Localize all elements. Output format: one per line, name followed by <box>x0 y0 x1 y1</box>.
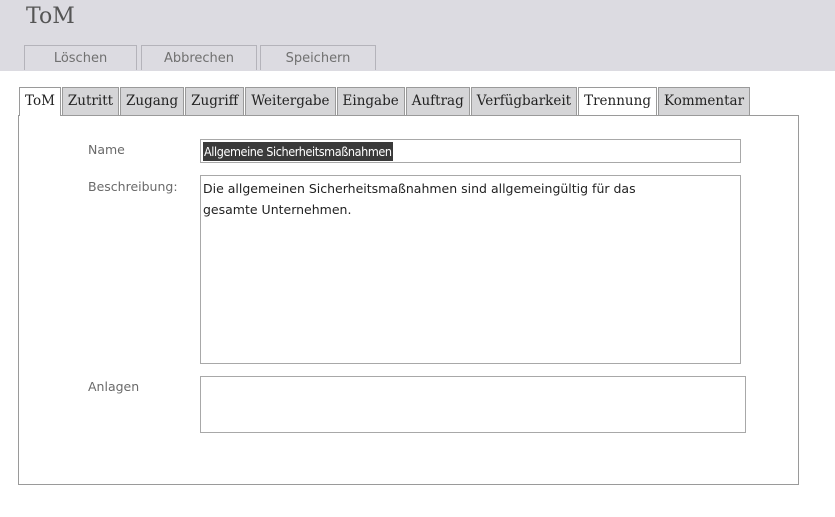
description-textarea[interactable]: Die allgemeinen Sicherheitsmaßnahmen sin… <box>200 175 741 364</box>
name-value: Allgemeine Sicherheitsmaßnahmen <box>203 142 393 161</box>
tab-tom[interactable]: ToM <box>19 87 61 116</box>
name-label: Name <box>88 142 125 157</box>
tab-zutritt[interactable]: Zutritt <box>61 87 120 115</box>
tab-auftrag[interactable]: Auftrag <box>405 87 470 115</box>
delete-button[interactable]: Löschen <box>24 45 137 70</box>
tab-zugriff[interactable]: Zugriff <box>185 87 245 115</box>
app-header: ToM Löschen Abbrechen Speichern <box>0 0 835 71</box>
description-value: Die allgemeinen Sicherheitsmaßnahmen sin… <box>203 181 636 217</box>
name-field[interactable]: Allgemeine Sicherheitsmaßnahmen <box>200 139 741 163</box>
save-button[interactable]: Speichern <box>260 45 376 70</box>
description-label: Beschreibung: <box>88 179 178 194</box>
attachments-label: Anlagen <box>88 379 140 394</box>
cancel-button[interactable]: Abbrechen <box>141 45 257 70</box>
tab-panel: Name Allgemeine Sicherheitsmaßnahmen Bes… <box>18 115 799 485</box>
tab-zugang[interactable]: Zugang <box>120 87 185 115</box>
tab-weitergabe[interactable]: Weitergabe <box>245 87 336 115</box>
app-title: ToM <box>26 4 75 29</box>
tab-trennung[interactable]: Trennung <box>578 87 657 115</box>
tab-verfuegbarkeit[interactable]: Verfügbarkeit <box>470 87 578 115</box>
tab-bar: ToM Zutritt Zugang Zugriff Weitergabe Ei… <box>19 87 751 116</box>
tab-kommentar[interactable]: Kommentar <box>657 87 751 115</box>
tab-eingabe[interactable]: Eingabe <box>336 87 405 115</box>
attachments-field[interactable] <box>200 376 746 433</box>
